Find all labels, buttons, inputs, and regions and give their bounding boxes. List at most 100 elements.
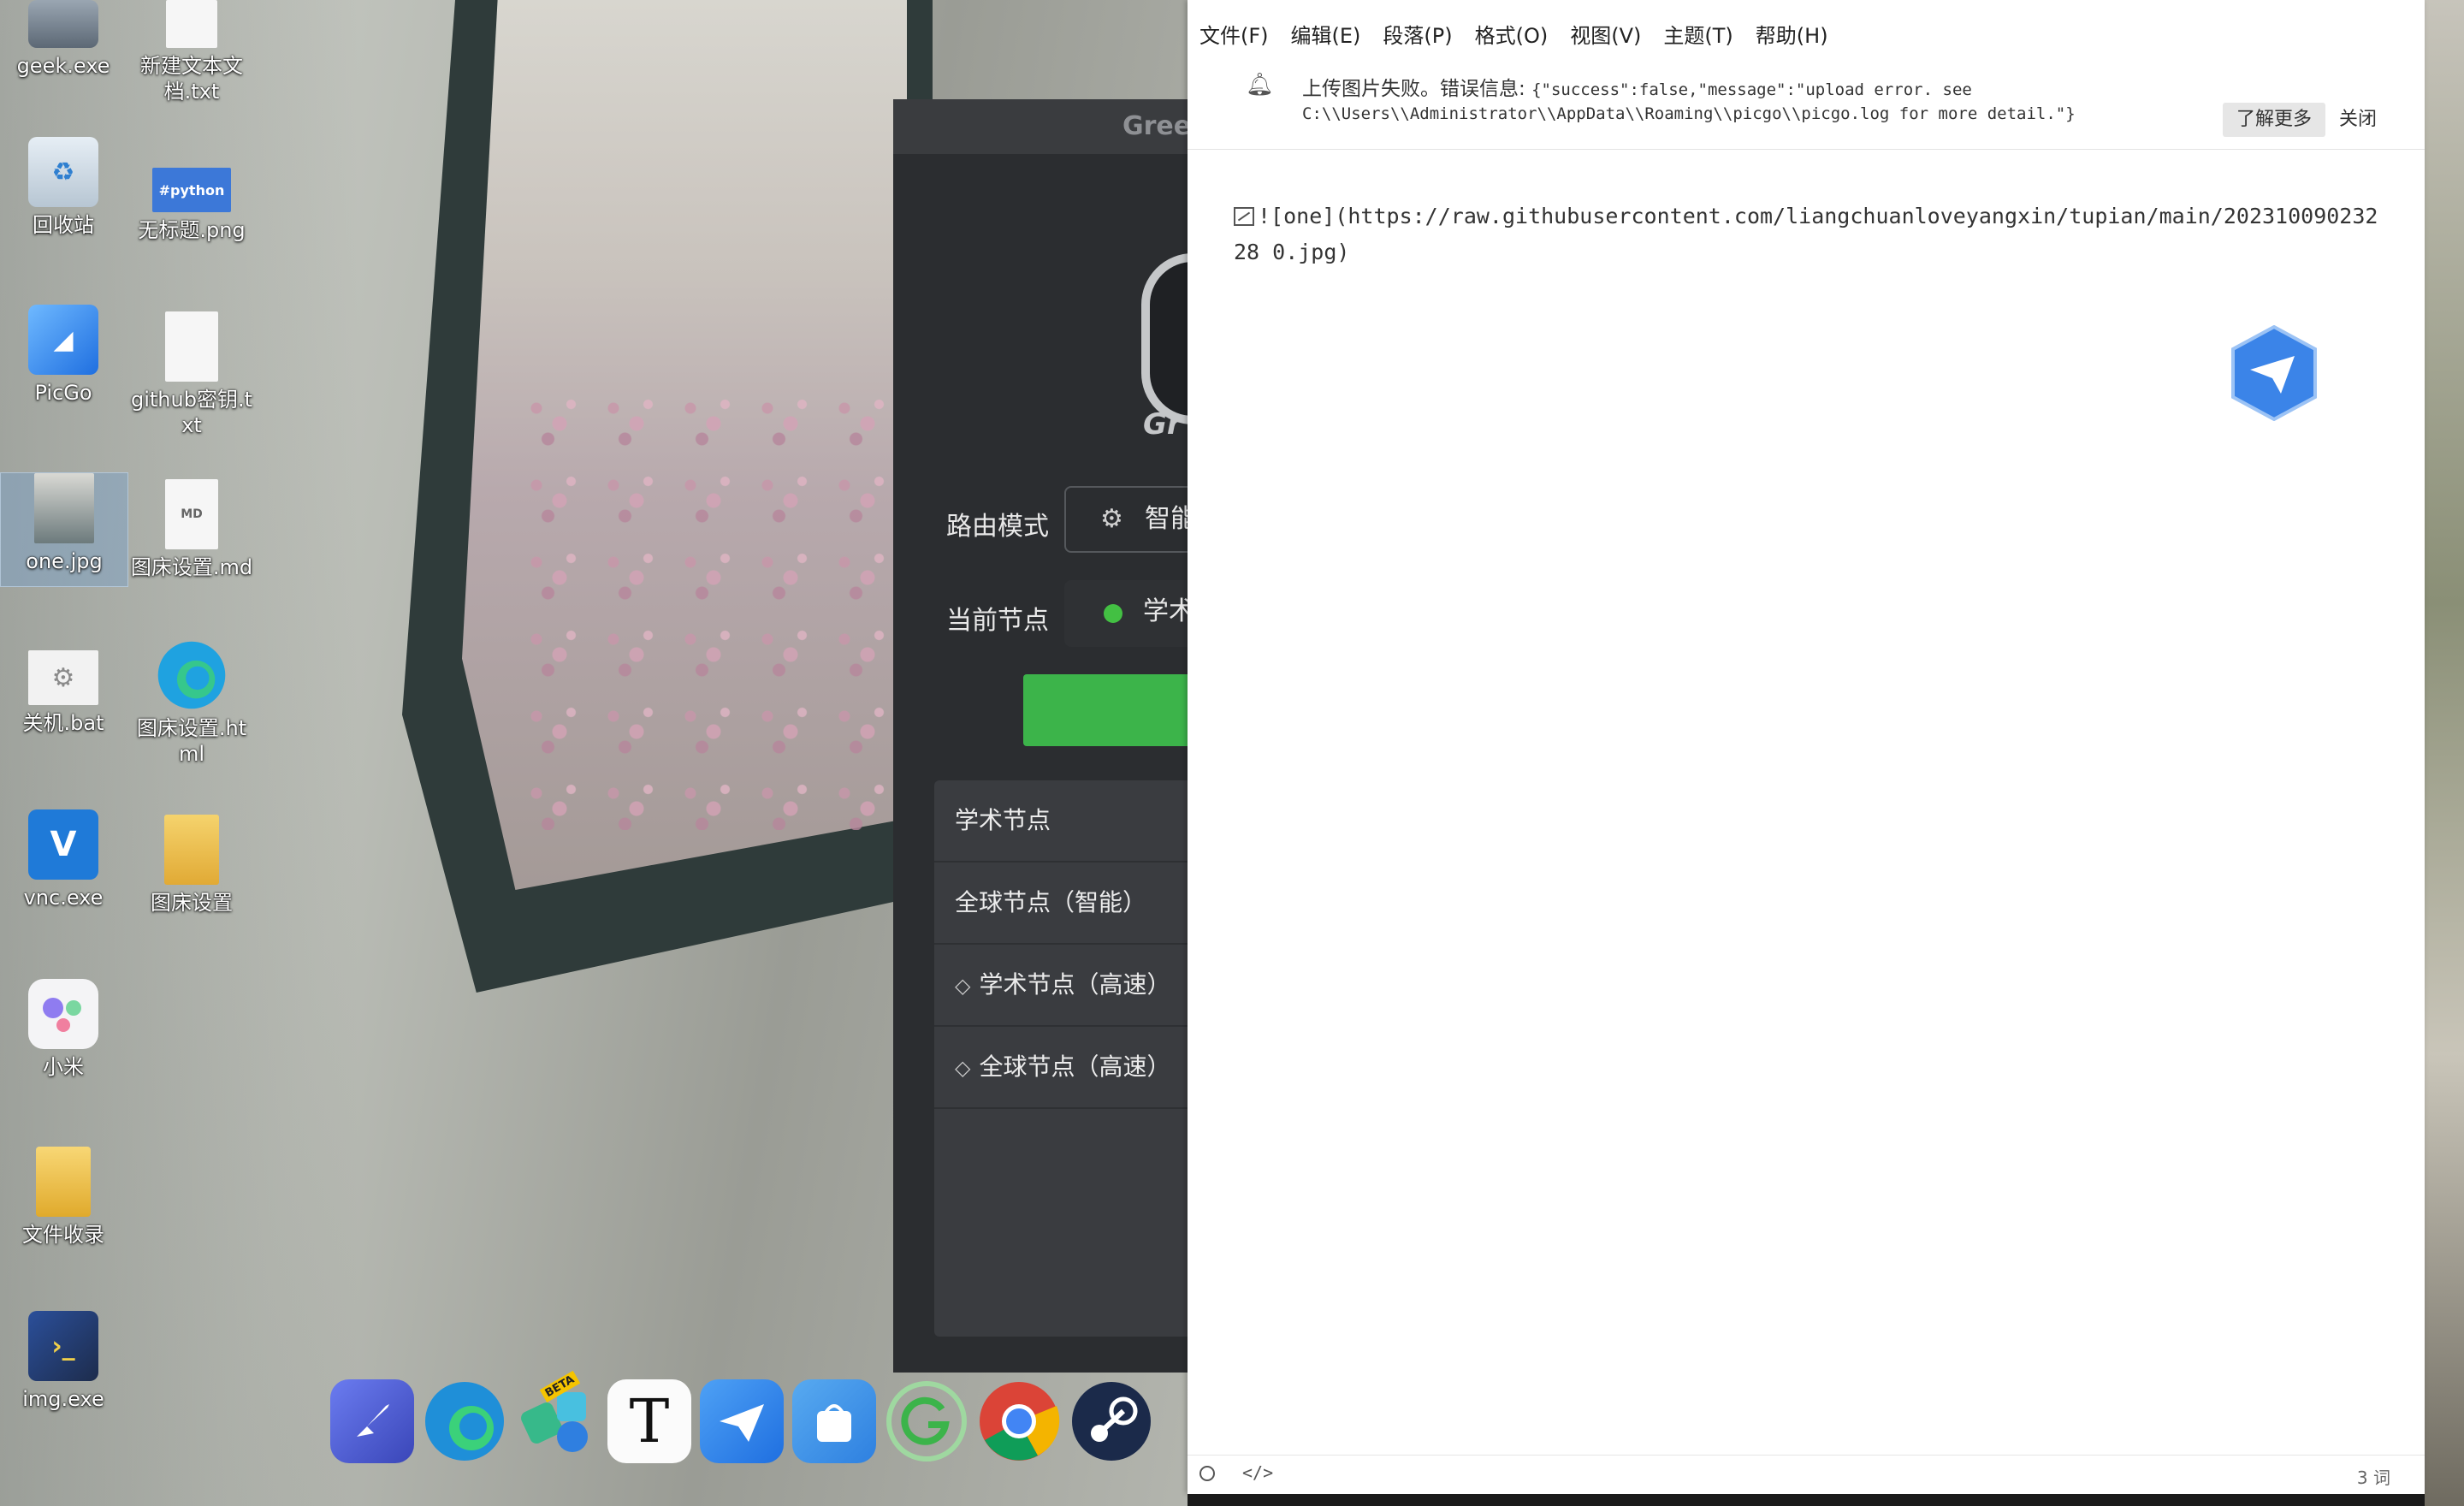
notice-code-line-2: C:\\Users\\Administrator\\AppData\\Roami… bbox=[1302, 104, 2076, 123]
menu-edit[interactable]: 编辑(E) bbox=[1291, 19, 1361, 49]
edge-icon bbox=[157, 640, 227, 710]
markdown-file-icon: MD bbox=[165, 479, 218, 549]
markdown-editor-window: 文件(F) 编辑(E) 段落(P) 格式(O) 视图(V) 主题(T) 帮助(H… bbox=[1188, 0, 2425, 1494]
xiaomi-assistant-icon bbox=[28, 979, 98, 1049]
thumb-text: MD bbox=[181, 507, 203, 521]
rocket-launcher-icon[interactable] bbox=[330, 1379, 414, 1463]
gear-icon: ⚙ bbox=[1100, 504, 1123, 534]
desktop-icon-img-exe[interactable]: ›_ img.exe bbox=[0, 1311, 127, 1412]
broken-image-icon bbox=[1234, 207, 1254, 226]
desktop-icon-xiaomi[interactable]: 小米 bbox=[0, 979, 127, 1080]
edge-icon[interactable] bbox=[423, 1379, 506, 1463]
desktop-icon-geek[interactable]: geek.exe bbox=[0, 0, 127, 79]
status-bar: </> 3 词 bbox=[1188, 1455, 2425, 1495]
thumb-text: #python bbox=[158, 181, 225, 199]
menu-help[interactable]: 帮助(H) bbox=[1756, 19, 1828, 49]
wallpaper-right-edge bbox=[2421, 0, 2464, 1506]
desktop-icon-picgo[interactable]: ◢ PicGo bbox=[0, 305, 127, 406]
diamond-icon: ◇ bbox=[955, 1056, 971, 1080]
desktop-icon-settings-folder[interactable]: 图床设置 bbox=[128, 815, 255, 916]
steam-icon[interactable] bbox=[1069, 1379, 1153, 1463]
status-dot-icon bbox=[1104, 604, 1122, 623]
desktop-icon-label: 图床设置.md bbox=[130, 555, 253, 579]
folder-icon bbox=[36, 1147, 91, 1217]
node-item[interactable]: ◇ 全球节点（高速） bbox=[934, 1027, 1208, 1109]
notice-prefix: 上传图片失败。错误信息: bbox=[1302, 78, 1532, 100]
folder-icon bbox=[164, 815, 219, 885]
desktop-icon-label: github密钥.txt bbox=[130, 388, 252, 437]
desktop-icon-one-jpg[interactable]: one.jpg bbox=[0, 472, 128, 587]
proxy-app-window: Green Gr 路由模式 ⚙ 智能 当前节点 学术 点 学术节点 全球节点（智… bbox=[893, 99, 1244, 1373]
desktop-icon-label: 新建文本文档.txt bbox=[140, 54, 243, 104]
desktop-icon-file-collection[interactable]: 文件收录 bbox=[0, 1147, 127, 1248]
markdown-image-link: ![one](https://raw.githubusercontent.com… bbox=[1234, 204, 2378, 264]
desktop-icon-label: 无标题.png bbox=[138, 218, 246, 242]
notice-code-line-1: {"success":false,"message":"upload error… bbox=[1531, 80, 1972, 99]
text-file-icon bbox=[166, 0, 217, 48]
green-vpn-icon[interactable] bbox=[885, 1379, 968, 1463]
desktop-icon-new-text-doc[interactable]: 新建文本文档.txt bbox=[128, 0, 255, 104]
menu-theme[interactable]: 主题(T) bbox=[1663, 19, 1732, 49]
typora-letter: T bbox=[629, 1386, 670, 1456]
desktop-icon-untitled-png[interactable]: #python 无标题.png bbox=[128, 168, 255, 243]
current-node-label: 当前节点 bbox=[946, 606, 1049, 636]
menu-view[interactable]: 视图(V) bbox=[1570, 19, 1641, 49]
bell-icon: 🔔︎ bbox=[1246, 72, 1275, 98]
store-icon[interactable] bbox=[792, 1379, 876, 1463]
picgo-icon: ◢ bbox=[28, 305, 98, 375]
desktop-icon-shutdown-bat[interactable]: ⚙ 关机.bat bbox=[0, 650, 127, 736]
menu-file[interactable]: 文件(F) bbox=[1199, 19, 1269, 49]
gears-icon: ⚙ bbox=[28, 650, 98, 705]
desktop-icon-label: vnc.exe bbox=[23, 886, 104, 910]
desktop-icon-label: geek.exe bbox=[16, 54, 110, 78]
chrome-icon[interactable] bbox=[977, 1379, 1061, 1463]
route-mode-label: 路由模式 bbox=[946, 512, 1049, 542]
editor-content[interactable]: ![one](https://raw.githubusercontent.com… bbox=[1234, 199, 2380, 270]
desktop-icon-label: 图床设置.html bbox=[136, 716, 247, 766]
desktop-icon-recycle-bin[interactable]: ♻ 回收站 bbox=[0, 137, 127, 238]
menu-paragraph[interactable]: 段落(P) bbox=[1383, 19, 1452, 49]
source-mode-toggle[interactable]: </> bbox=[1242, 1462, 1273, 1483]
upload-error-notice: 🔔︎ 上传图片失败。错误信息: {"success":false,"messag… bbox=[1188, 67, 2425, 150]
notice-message: 上传图片失败。错误信息: {"success":false,"message":… bbox=[1302, 72, 1972, 101]
window-bottom-edge bbox=[1188, 1494, 2425, 1506]
menu-format[interactable]: 格式(O) bbox=[1475, 19, 1549, 49]
desktop-icon-label: 小米 bbox=[43, 1055, 84, 1079]
geek-icon bbox=[28, 0, 98, 48]
node-label: 全球节点（智能） bbox=[955, 888, 1147, 916]
beta-app-icon[interactable]: BETA bbox=[515, 1370, 599, 1463]
desktop-icon-label: one.jpg bbox=[26, 549, 103, 573]
node-item[interactable]: 全球节点（智能） bbox=[934, 863, 1208, 945]
image-thumbnail-icon bbox=[34, 473, 94, 543]
desktop-icon-label: PicGo bbox=[34, 381, 92, 405]
word-count: 3 词 bbox=[2356, 1467, 2390, 1488]
node-item[interactable]: 学术节点 bbox=[934, 780, 1208, 863]
node-label: 学术节点 bbox=[955, 806, 1051, 834]
vnc-icon: V bbox=[28, 809, 98, 880]
picgo-icon[interactable] bbox=[700, 1379, 784, 1463]
close-notice-button[interactable]: 关闭 bbox=[2339, 103, 2377, 137]
diamond-icon: ◇ bbox=[955, 974, 971, 998]
desktop-icon-html-file[interactable]: 图床设置.html bbox=[128, 640, 255, 767]
outline-toggle-icon[interactable] bbox=[1199, 1466, 1215, 1481]
dock: BETA T bbox=[330, 1370, 1153, 1465]
desktop-icon-label: img.exe bbox=[22, 1387, 104, 1411]
app-logo-text: Gr bbox=[1143, 407, 1182, 442]
typora-icon[interactable]: T bbox=[607, 1379, 691, 1463]
desktop-icon-vnc[interactable]: V vnc.exe bbox=[0, 809, 127, 910]
text-file-icon bbox=[165, 311, 218, 382]
node-item[interactable]: ◇ 学术节点（高速） bbox=[934, 945, 1208, 1027]
menu-bar: 文件(F) 编辑(E) 段落(P) 格式(O) 视图(V) 主题(T) 帮助(H… bbox=[1199, 19, 1851, 49]
learn-more-button[interactable]: 了解更多 bbox=[2223, 103, 2325, 137]
desktop-icon-github-key[interactable]: github密钥.txt bbox=[128, 311, 255, 438]
desktop-icon-label: 关机.bat bbox=[22, 711, 104, 735]
desktop-icon-label: 图床设置 bbox=[151, 891, 233, 915]
desktop-icon-label: 回收站 bbox=[33, 213, 94, 237]
app-title: Green bbox=[893, 99, 1193, 154]
picgo-bird-icon[interactable] bbox=[2230, 325, 2319, 421]
current-node-value: 学术 bbox=[1143, 596, 1194, 626]
image-file-icon: #python bbox=[152, 168, 231, 212]
desktop-icon-md-file[interactable]: MD 图床设置.md bbox=[128, 479, 255, 580]
desktop-icon-label: 文件收录 bbox=[22, 1223, 104, 1247]
recycle-bin-icon: ♻ bbox=[28, 137, 98, 207]
